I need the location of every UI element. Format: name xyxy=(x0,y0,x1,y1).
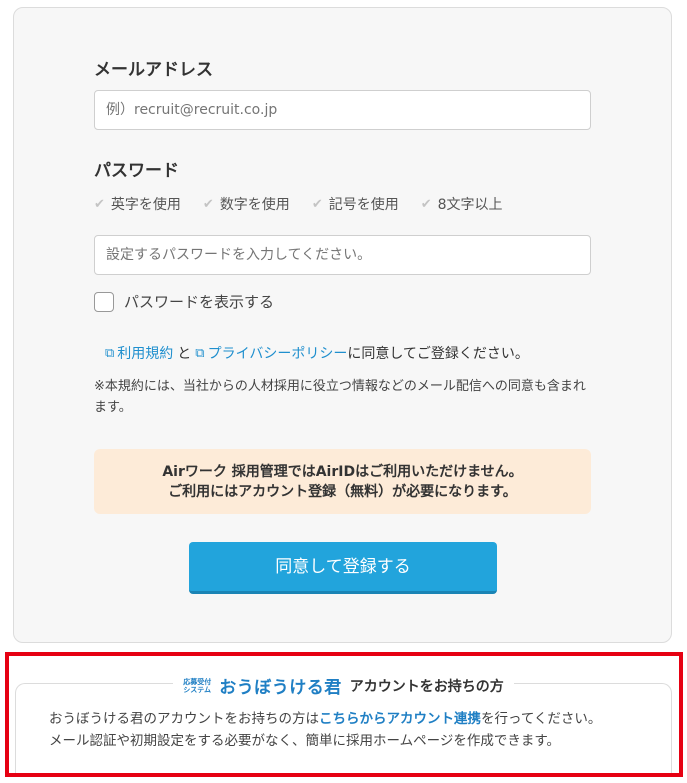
account-link[interactable]: こちらからアカウント連携 xyxy=(319,711,481,727)
oubo-header: 応募受付 システム おうぼうける君 アカウントをお持ちの方 xyxy=(0,673,687,698)
oubo-logo: おうぼうける君 xyxy=(219,678,342,698)
privacy-policy-link[interactable]: ⧉ プライバシーポリシー xyxy=(195,343,347,363)
terms-link[interactable]: ⧉ 利用規約 xyxy=(105,343,173,363)
email-input[interactable] xyxy=(94,90,591,130)
password-label: パスワード xyxy=(94,161,179,181)
check-icon: ✔ xyxy=(94,196,105,212)
password-rule: ✔ 記号を使用 xyxy=(311,196,399,214)
oubo-description: おうぼうける君のアカウントをお持ちの方はこちらからアカウント連携を行ってください… xyxy=(49,711,602,749)
password-rule: ✔ 数字を使用 xyxy=(202,196,290,214)
agreement-line: ⧉ 利用規約 と ⧉ プライバシーポリシー に同意してご登録ください。 xyxy=(105,343,529,363)
airid-notice: Airワーク 採用管理ではAirIDはご利用いただけません。 ご利用にはアカウン… xyxy=(94,449,591,514)
check-icon: ✔ xyxy=(311,196,323,212)
agree-register-button[interactable]: 同意して登録する xyxy=(189,542,497,594)
check-icon: ✔ xyxy=(202,196,214,212)
check-icon: ✔ xyxy=(420,196,432,212)
password-rule: ✔ 英字を使用 xyxy=(94,196,181,214)
oubo-title: アカウントをお持ちの方 xyxy=(349,678,504,695)
password-rules: ✔ 英字を使用 ✔ 数字を使用 ✔ 記号を使用 ✔ 8文字以上 xyxy=(94,194,503,214)
show-password-label: パスワードを表示する xyxy=(124,293,275,311)
external-link-icon: ⧉ xyxy=(105,345,115,361)
external-link-icon: ⧉ xyxy=(195,345,205,361)
password-input[interactable] xyxy=(94,235,591,275)
email-label: メールアドレス xyxy=(94,60,213,80)
terms-note: ※本規約には、当社からの人材採用に役立つ情報などのメール配信への同意も含まれます… xyxy=(94,379,586,415)
oubo-logo-caption: 応募受付 システム xyxy=(183,677,212,694)
show-password-toggle[interactable]: パスワードを表示する xyxy=(94,291,274,312)
show-password-checkbox[interactable] xyxy=(94,291,114,312)
password-rule: ✔ 8文字以上 xyxy=(420,196,503,214)
